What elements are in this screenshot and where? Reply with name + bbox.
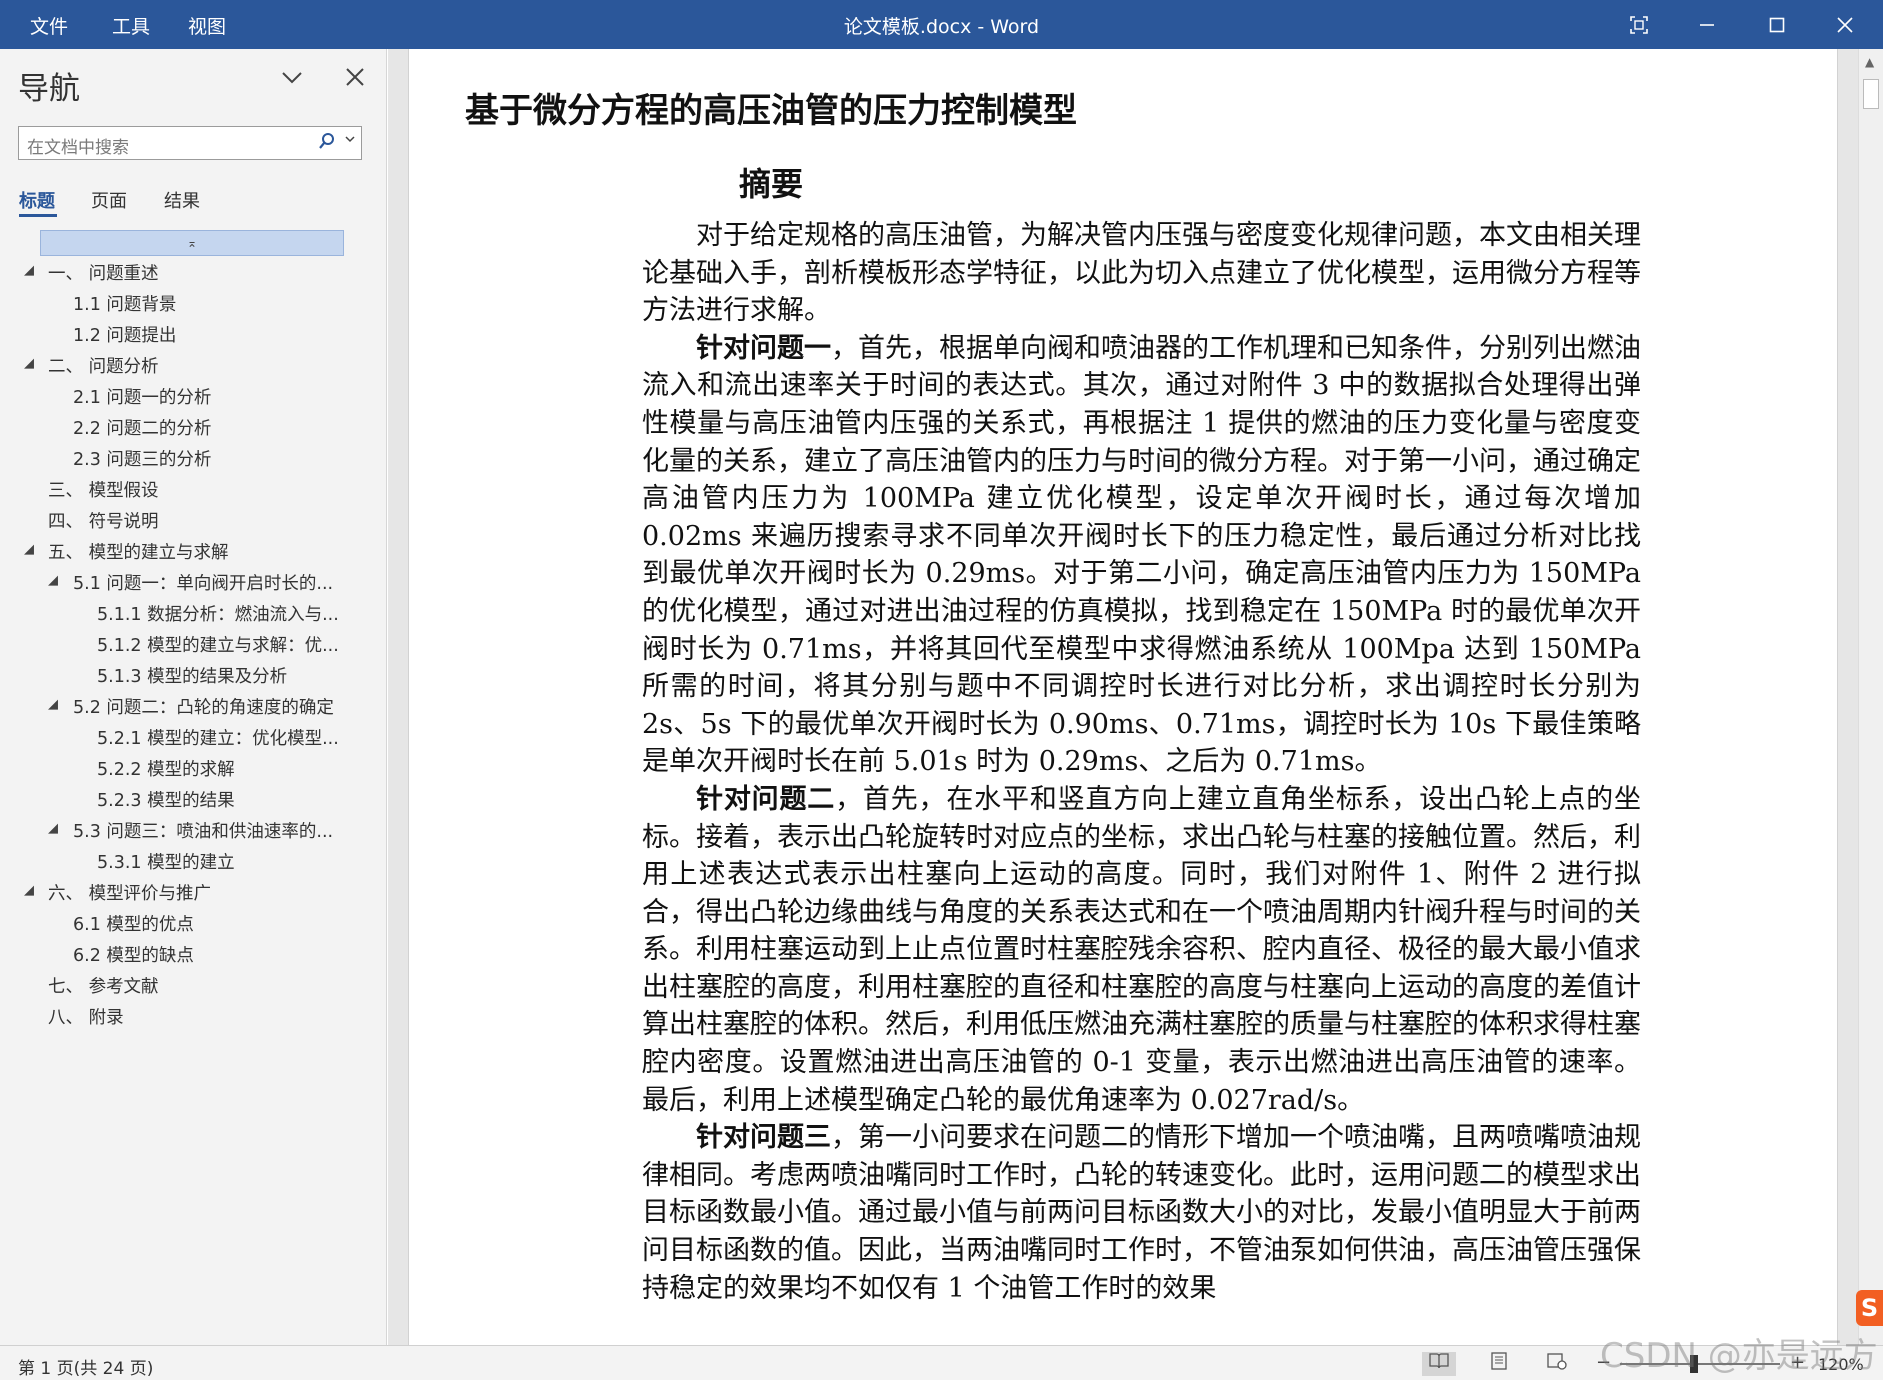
nav-heading[interactable]: 5.1.2 模型的建立与求解：优... <box>97 632 339 657</box>
expand-triangle-icon[interactable]: ◢ <box>48 821 58 836</box>
menu-file[interactable]: 文件 <box>30 12 68 39</box>
expand-triangle-icon[interactable]: ◢ <box>48 573 58 588</box>
bold-lead: 针对问题三 <box>696 1122 831 1154</box>
paragraph: 针对问题二，首先，在水平和竖直方向上建立直角坐标系，设出凸轮上点的坐标。接着，表… <box>642 783 1642 1116</box>
web-layout-button[interactable] <box>1540 1352 1574 1376</box>
focus-icon <box>1630 15 1648 34</box>
page-info: 第 1 页(共 24 页) <box>18 1359 154 1379</box>
minimize-button[interactable] <box>1680 0 1734 49</box>
nav-heading[interactable]: 三、 模型假设 <box>48 477 159 502</box>
minimize-icon <box>1700 23 1714 26</box>
expand-triangle-icon[interactable]: ◢ <box>24 263 34 278</box>
window-title: 论文模板.docx - Word <box>843 16 1040 38</box>
nav-heading[interactable]: 一、 问题重述 <box>48 260 159 285</box>
active-tab-indicator <box>19 214 57 217</box>
nav-heading[interactable]: 5.2.3 模型的结果 <box>97 787 235 812</box>
vertical-scrollbar[interactable]: ▲ <box>1858 49 1883 1345</box>
nav-heading[interactable]: 二、 问题分析 <box>48 353 159 378</box>
document-title: 基于微分方程的高压油管的压力控制模型 <box>465 91 1077 131</box>
menu-view[interactable]: 视图 <box>188 12 226 39</box>
maximize-button[interactable] <box>1750 0 1804 49</box>
document-page[interactable]: 基于微分方程的高压油管的压力控制模型 摘要 对于给定规格的高压油管，为解决管内压… <box>408 49 1838 1345</box>
paragraph: 对于给定规格的高压油管，为解决管内压强与密度变化规律问题，本文由相关理论基础入手… <box>642 220 1641 327</box>
close-window-button[interactable] <box>1818 0 1872 49</box>
nav-heading[interactable]: 5.1.3 模型的结果及分析 <box>97 663 287 688</box>
print-layout-button[interactable] <box>1482 1352 1516 1376</box>
expand-triangle-icon[interactable]: ◢ <box>24 542 34 557</box>
heading-collapse-bar[interactable]: ⌅ <box>40 230 344 256</box>
nav-heading[interactable]: 五、 模型的建立与求解 <box>48 539 229 564</box>
nav-heading[interactable]: 六、 模型评价与推广 <box>48 880 211 905</box>
bold-lead: 针对问题一 <box>696 332 831 364</box>
read-mode-icon <box>1429 1353 1449 1369</box>
nav-heading[interactable]: 5.2 问题二：凸轮的角速度的确定 <box>73 694 334 719</box>
nav-heading[interactable]: 七、 参考文献 <box>48 973 159 998</box>
nav-heading[interactable]: 5.3.1 模型的建立 <box>97 849 235 874</box>
scrollbar-thumb[interactable] <box>1863 79 1879 109</box>
web-layout-icon <box>1547 1353 1567 1370</box>
expand-triangle-icon[interactable]: ◢ <box>24 883 34 898</box>
menu-tools[interactable]: 工具 <box>112 12 150 39</box>
focus-mode-button[interactable] <box>1612 0 1666 49</box>
print-layout-icon <box>1491 1352 1507 1370</box>
nav-heading[interactable]: 2.3 问题三的分析 <box>73 446 211 471</box>
nav-heading[interactable]: 2.2 问题二的分析 <box>73 415 211 440</box>
nav-heading[interactable]: 6.2 模型的缺点 <box>73 942 194 967</box>
watermark: CSDN @亦是远方 <box>1600 1336 1878 1376</box>
read-mode-button[interactable] <box>1422 1352 1456 1376</box>
nav-heading[interactable]: 1.1 问题背景 <box>73 291 176 316</box>
expand-triangle-icon[interactable]: ◢ <box>48 697 58 712</box>
navigation-pane: 导航 在文档中搜索 标题 页面 结果 ⌅ ◢ 一、 问题重述 1.1 问题背景 … <box>0 49 387 1345</box>
nav-heading[interactable]: 2.1 问题一的分析 <box>73 384 211 409</box>
nav-heading[interactable]: 1.2 问题提出 <box>73 322 176 347</box>
nav-heading[interactable]: 八、 附录 <box>48 1004 124 1029</box>
nav-heading[interactable]: 四、 符号说明 <box>48 508 159 533</box>
expand-triangle-icon[interactable]: ◢ <box>24 356 34 371</box>
maximize-icon <box>1769 17 1785 32</box>
search-dropdown-icon[interactable] <box>345 132 355 148</box>
abstract-heading: 摘要 <box>738 165 803 203</box>
nav-heading[interactable]: 5.1.1 数据分析：燃油流入与... <box>97 601 339 626</box>
paragraph: 针对问题三，第一小问要求在问题二的情形下增加一个喷油嘴，且两喷嘴喷油规律相同。考… <box>642 1122 1641 1304</box>
ime-logo-icon[interactable]: S <box>1856 1290 1883 1326</box>
search-placeholder: 在文档中搜索 <box>27 138 129 158</box>
nav-heading[interactable]: 5.3 问题三：喷油和供油速率的... <box>73 818 333 843</box>
title-bar: 文件 工具 视图 论文模板.docx - Word <box>0 0 1883 49</box>
paragraph: 针对问题一，首先，根据单向阀和喷油器的工作机理和已知条件，分别列出燃油流入和流出… <box>642 332 1641 778</box>
abstract-body[interactable]: 对于给定规格的高压油管，为解决管内压强与密度变化规律问题，本文由相关理论基础入手… <box>642 217 1641 1307</box>
nav-heading[interactable]: 5.2.2 模型的求解 <box>97 756 235 781</box>
nav-heading[interactable]: 5.1 问题一：单向阀开启时长的... <box>73 570 333 595</box>
nav-heading[interactable]: 5.2.1 模型的建立：优化模型... <box>97 725 339 750</box>
scroll-up-icon[interactable]: ▲ <box>1865 55 1874 69</box>
search-icon[interactable] <box>319 132 335 155</box>
bold-lead: 针对问题二 <box>696 783 836 815</box>
nav-heading[interactable]: 6.1 模型的优点 <box>73 911 194 936</box>
document-canvas: 基于微分方程的高压油管的压力控制模型 摘要 对于给定规格的高压油管，为解决管内压… <box>388 49 1858 1345</box>
close-icon <box>1837 16 1853 33</box>
